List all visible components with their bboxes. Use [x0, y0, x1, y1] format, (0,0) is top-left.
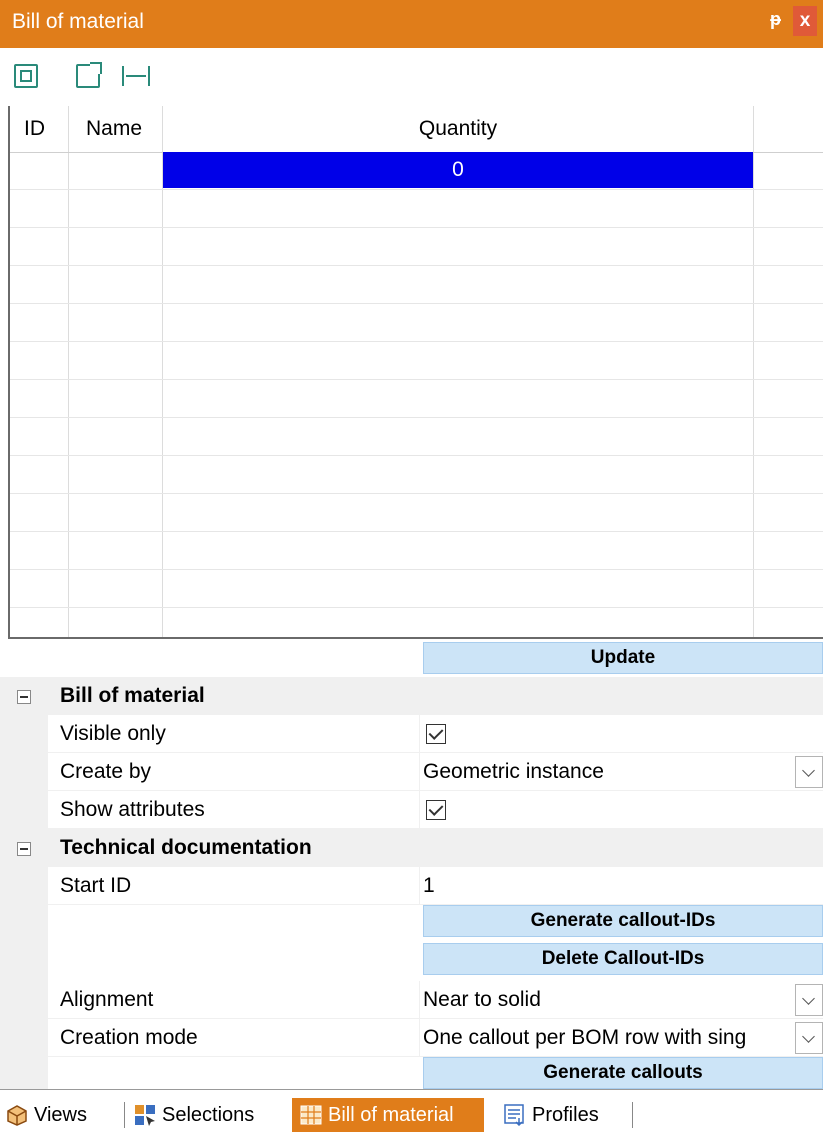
- selections-icon: [135, 1105, 155, 1126]
- property-label: Start ID: [60, 874, 132, 897]
- update-button[interactable]: Update: [423, 642, 823, 674]
- property-label: Create by: [60, 760, 152, 783]
- create-by-dropdown-icon[interactable]: [795, 756, 823, 788]
- pin-icon[interactable]: ᵽ: [770, 9, 781, 30]
- category-technical-documentation[interactable]: Technical documentation: [0, 829, 823, 867]
- profiles-icon: [504, 1104, 524, 1126]
- property-create-by: Create by Geometric instance: [48, 753, 823, 791]
- column-header-quantity[interactable]: Quantity: [163, 106, 753, 152]
- property-label: Alignment: [60, 988, 154, 1011]
- tab-label: Profiles: [532, 1104, 599, 1126]
- tab-label: Views: [34, 1104, 87, 1126]
- category-title: Technical documentation: [60, 836, 312, 859]
- start-id-value[interactable]: 1: [423, 867, 793, 905]
- property-alignment: Alignment Near to solid: [48, 981, 823, 1019]
- visible-only-checkbox[interactable]: [426, 724, 446, 744]
- panel-title: Bill of material: [12, 10, 144, 33]
- property-grid: Update Bill of material Visible only Cre…: [0, 639, 823, 1089]
- delete-callout-ids-button[interactable]: Delete Callout-IDs: [423, 943, 823, 975]
- create-by-value[interactable]: Geometric instance: [423, 753, 793, 791]
- tab-views[interactable]: Views: [6, 1098, 112, 1132]
- property-start-id: Start ID 1: [48, 867, 823, 905]
- category-title: Bill of material: [60, 684, 205, 707]
- generate-callouts-button[interactable]: Generate callouts: [423, 1057, 823, 1089]
- table-icon: [300, 1105, 322, 1125]
- column-header-id[interactable]: ID: [24, 106, 45, 152]
- creation-mode-value[interactable]: One callout per BOM row with sing: [423, 1019, 791, 1057]
- collapse-icon[interactable]: [17, 842, 31, 856]
- alignment-dropdown-icon[interactable]: [795, 984, 823, 1016]
- bom-table[interactable]: ID Name Quantity 0: [8, 106, 823, 639]
- tab-label: Bill of material: [328, 1104, 454, 1126]
- bottom-tab-bar: Views Selections Bill of material Profil…: [0, 1089, 823, 1138]
- tab-profiles[interactable]: Profiles: [504, 1098, 622, 1132]
- generate-callout-ids-button[interactable]: Generate callout-IDs: [423, 905, 823, 937]
- toolbar: [0, 48, 823, 106]
- property-creation-mode: Creation mode One callout per BOM row wi…: [48, 1019, 823, 1057]
- show-attributes-checkbox[interactable]: [426, 800, 446, 820]
- alignment-value[interactable]: Near to solid: [423, 981, 793, 1019]
- category-bill-of-material[interactable]: Bill of material: [0, 677, 823, 715]
- property-label: Visible only: [60, 722, 166, 745]
- copy-icon[interactable]: [14, 64, 38, 88]
- property-label: Show attributes: [60, 798, 205, 821]
- fit-width-icon[interactable]: [122, 64, 150, 88]
- tab-selections[interactable]: Selections: [134, 1098, 282, 1132]
- tab-bill-of-material[interactable]: Bill of material: [292, 1098, 484, 1132]
- property-label: Creation mode: [60, 1026, 198, 1049]
- quantity-cell-selected[interactable]: 0: [163, 152, 753, 188]
- export-icon[interactable]: [76, 62, 102, 88]
- creation-mode-dropdown-icon[interactable]: [795, 1022, 823, 1054]
- panel-title-bar: Bill of material ᵽ x: [0, 0, 823, 48]
- collapse-icon[interactable]: [17, 690, 31, 704]
- column-header-name[interactable]: Name: [86, 106, 142, 152]
- close-icon[interactable]: x: [793, 6, 817, 36]
- cube-icon: [7, 1105, 27, 1126]
- tab-label: Selections: [162, 1104, 255, 1126]
